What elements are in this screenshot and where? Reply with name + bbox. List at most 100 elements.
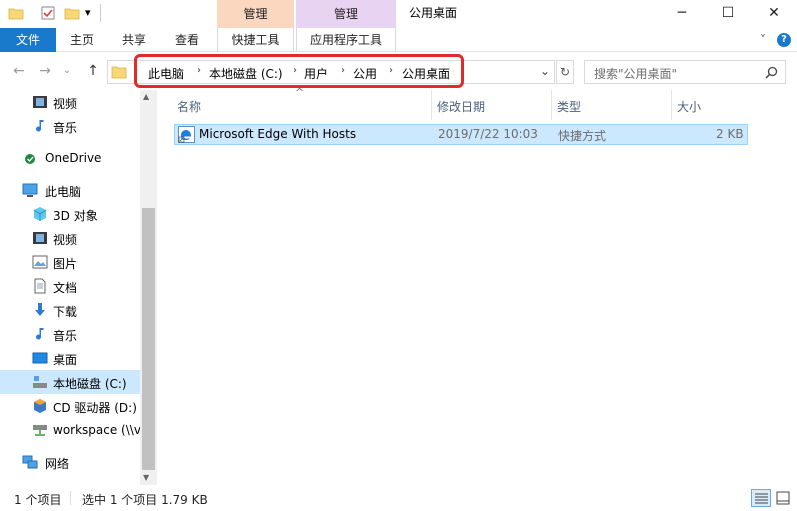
music-icon <box>36 120 44 132</box>
desktop-icon <box>32 352 48 364</box>
nav-scroll-thumb[interactable] <box>142 208 155 470</box>
refresh-icon[interactable]: ↻ <box>556 60 574 84</box>
status-bar: 1 个项目 选中 1 个项目 1.79 KB <box>0 485 797 511</box>
details-view-button[interactable] <box>751 489 771 507</box>
nav-label: 视频 <box>53 233 78 247</box>
music-icon <box>36 328 44 340</box>
scroll-up-icon[interactable]: ▲ <box>143 92 149 101</box>
file-type: 快捷方式 <box>558 129 607 143</box>
context-tab-header-app: 管理 <box>296 0 396 28</box>
forward-arrow-icon[interactable]: → <box>36 62 54 80</box>
nav-item-local-disk[interactable]: 本地磁盘 (C:) <box>0 370 140 394</box>
scroll-down-icon[interactable]: ▼ <box>143 473 149 482</box>
column-header-size[interactable]: 大小 <box>677 94 701 120</box>
nav-item-videos[interactable]: 视频 <box>0 90 140 114</box>
nav-item-documents[interactable]: 文档 <box>0 274 140 298</box>
sort-indicator-icon: ^ <box>295 86 305 99</box>
maximize-button[interactable]: ☐ <box>705 0 751 26</box>
nav-label: OneDrive <box>45 151 102 165</box>
tab-view[interactable]: 查看 <box>165 28 209 52</box>
video-icon <box>33 96 47 108</box>
back-arrow-icon[interactable]: ← <box>10 62 28 80</box>
this-pc-icon <box>22 183 38 197</box>
tab-file[interactable]: 文件 <box>0 28 56 52</box>
column-header-type[interactable]: 类型 <box>557 94 581 120</box>
window-title: 公用桌面 <box>409 6 458 20</box>
nav-label: 网络 <box>45 457 70 471</box>
column-divider[interactable] <box>551 90 552 120</box>
close-button[interactable]: ✕ <box>751 0 797 26</box>
nav-item-cd-drive[interactable]: CD 驱动器 (D:) ' <box>0 394 144 418</box>
nav-label: 文档 <box>53 281 78 295</box>
nav-label: 视频 <box>53 97 78 111</box>
video-icon <box>33 232 47 244</box>
navigation-pane: 视频 音乐 OneDrive 此电脑 3D 对象 视频 图片 文档 下载 音乐 … <box>0 90 157 485</box>
network-drive-icon <box>33 425 47 436</box>
nav-label: 3D 对象 <box>53 209 98 223</box>
nav-item-network[interactable]: 网络 <box>0 450 140 474</box>
nav-item-downloads[interactable]: 下载 <box>0 298 140 322</box>
ribbon-expand-icon[interactable]: ˅ <box>755 28 771 52</box>
column-header-name[interactable]: 名称 <box>177 94 201 120</box>
status-item-count: 1 个项目 <box>14 493 62 507</box>
table-row[interactable]: Microsoft Edge With Hosts 2019/7/22 10:0… <box>174 124 748 145</box>
file-modified: 2019/7/22 10:03 <box>438 127 538 141</box>
qat-dropdown-icon[interactable]: ▾ <box>85 6 91 19</box>
nav-item-3d-objects[interactable]: 3D 对象 <box>0 202 140 226</box>
address-dropdown-icon[interactable]: ⌄ <box>540 64 550 78</box>
new-folder-icon[interactable] <box>64 5 80 21</box>
nav-item-videos[interactable]: 视频 <box>0 226 140 250</box>
folder-icon <box>111 66 127 79</box>
nav-item-desktop[interactable]: 桌面 <box>0 346 140 370</box>
title-bar: ▾ 管理 管理 公用桌面 ─ ☐ ✕ <box>0 0 797 28</box>
downloads-icon <box>35 303 45 316</box>
recent-dropdown-icon[interactable]: ⌄ <box>58 62 76 80</box>
up-arrow-icon[interactable]: ↑ <box>84 62 102 80</box>
tab-share[interactable]: 共享 <box>112 28 156 52</box>
search-input[interactable]: 搜索"公用桌面" <box>584 60 786 84</box>
nav-item-workspace[interactable]: workspace (\\v <box>0 418 141 442</box>
drive-icon <box>33 376 47 388</box>
network-icon <box>22 455 38 469</box>
details-view-icon <box>755 493 768 504</box>
qat-divider <box>100 4 101 22</box>
ribbon-tabs: 文件 主页 共享 查看 快捷工具 应用程序工具 ˅ ? <box>0 28 797 52</box>
onedrive-icon <box>25 154 35 164</box>
minimize-button[interactable]: ─ <box>659 0 705 26</box>
nav-label: 音乐 <box>53 329 78 343</box>
address-row: ← → ⌄ ↑ › 此电脑 › 本地磁盘 (C:) › 用户 › 公用 › 公用… <box>0 52 797 90</box>
nav-item-pictures[interactable]: 图片 <box>0 250 140 274</box>
column-divider[interactable] <box>671 90 672 120</box>
breadcrumb-highlight-box <box>134 54 464 88</box>
pictures-icon <box>32 255 48 269</box>
column-header-modified[interactable]: 修改日期 <box>437 94 485 120</box>
tab-application-tools[interactable]: 应用程序工具 <box>296 28 396 52</box>
nav-item-onedrive[interactable]: OneDrive <box>0 146 140 170</box>
help-icon[interactable]: ? <box>777 33 791 47</box>
folder-icon[interactable] <box>8 5 24 21</box>
edge-shortcut-icon <box>178 126 195 143</box>
file-size: 2 KB <box>716 127 744 141</box>
properties-icon[interactable] <box>40 5 56 21</box>
nav-item-this-pc[interactable]: 此电脑 <box>0 178 140 202</box>
nav-label: workspace (\\v <box>53 423 141 437</box>
nav-item-music[interactable]: 音乐 <box>0 322 140 346</box>
nav-label: 下载 <box>53 305 78 319</box>
nav-label: 此电脑 <box>45 185 82 199</box>
file-name: Microsoft Edge With Hosts <box>199 127 357 141</box>
tab-shortcut-tools[interactable]: 快捷工具 <box>217 28 294 52</box>
status-selection: 选中 1 个项目 1.79 KB <box>82 493 208 507</box>
large-icons-view-button[interactable] <box>773 489 793 507</box>
tab-home[interactable]: 主页 <box>60 28 104 52</box>
nav-label: 音乐 <box>53 121 78 135</box>
nav-item-music[interactable]: 音乐 <box>0 114 140 138</box>
column-divider[interactable] <box>431 90 432 120</box>
status-divider <box>70 491 71 505</box>
cd-drive-icon <box>34 399 46 413</box>
nav-label: CD 驱动器 (D:) ' <box>53 401 145 415</box>
nav-label: 桌面 <box>53 353 78 367</box>
nav-label: 图片 <box>53 257 78 271</box>
file-list: ^ 名称 修改日期 类型 大小 Microsoft Edge With Host… <box>157 86 797 485</box>
search-icon[interactable] <box>765 66 778 79</box>
context-tab-header-shortcut: 管理 <box>217 0 294 28</box>
